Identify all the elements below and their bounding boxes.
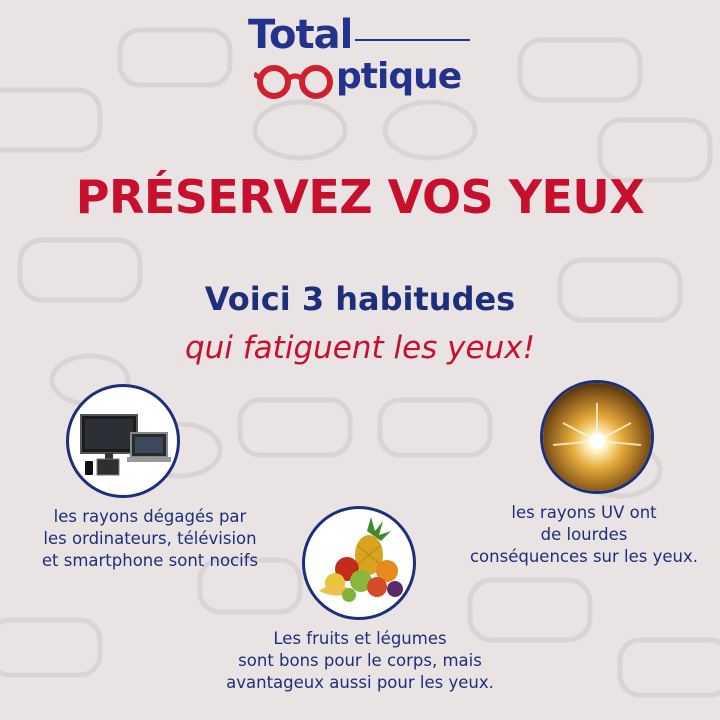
caption-line: conséquences sur les yeux. <box>469 547 699 566</box>
eyeglasses-logo-icon <box>254 65 333 99</box>
sun-rays-icon <box>543 383 651 491</box>
fruit-circle <box>302 506 416 620</box>
caption-line: Les fruits et légumes <box>273 629 447 648</box>
screens-icon <box>80 414 171 476</box>
screens-caption: les rayons dégagés par les ordinateurs, … <box>10 506 290 572</box>
logo-divider-line <box>355 39 470 41</box>
caption-line: et smartphone sont nocifs <box>41 551 259 570</box>
subtitle-line-1: Voici 3 habitudes <box>204 280 516 318</box>
total-optique-logo: Total ptique <box>240 12 480 102</box>
caption-line: les ordinateurs, télévision <box>43 529 257 548</box>
logo-optique-main: ptique <box>336 56 462 97</box>
sun-circle <box>540 380 654 494</box>
caption-line: avantageux aussi pour les yeux. <box>226 673 494 692</box>
fruit-caption: Les fruits et légumes sont bons pour le … <box>180 628 540 694</box>
caption-line: les rayons dégagés par <box>53 507 247 526</box>
page-headline: PRÉSERVEZ VOS YEUX <box>75 170 645 224</box>
screens-circle <box>66 384 180 498</box>
subtitle-line-2: qui fatiguent les yeux! <box>184 330 536 366</box>
logo-optique-text: ptique <box>336 56 462 97</box>
logo-total-text: Total <box>248 12 353 58</box>
fruits-vegetables-icon <box>319 517 403 602</box>
caption-line: les rayons UV ont <box>511 503 657 522</box>
sun-caption: les rayons UV ont de lourdes conséquence… <box>448 502 720 568</box>
caption-line: de lourdes <box>540 525 628 544</box>
caption-line: sont bons pour le corps, mais <box>238 651 482 670</box>
